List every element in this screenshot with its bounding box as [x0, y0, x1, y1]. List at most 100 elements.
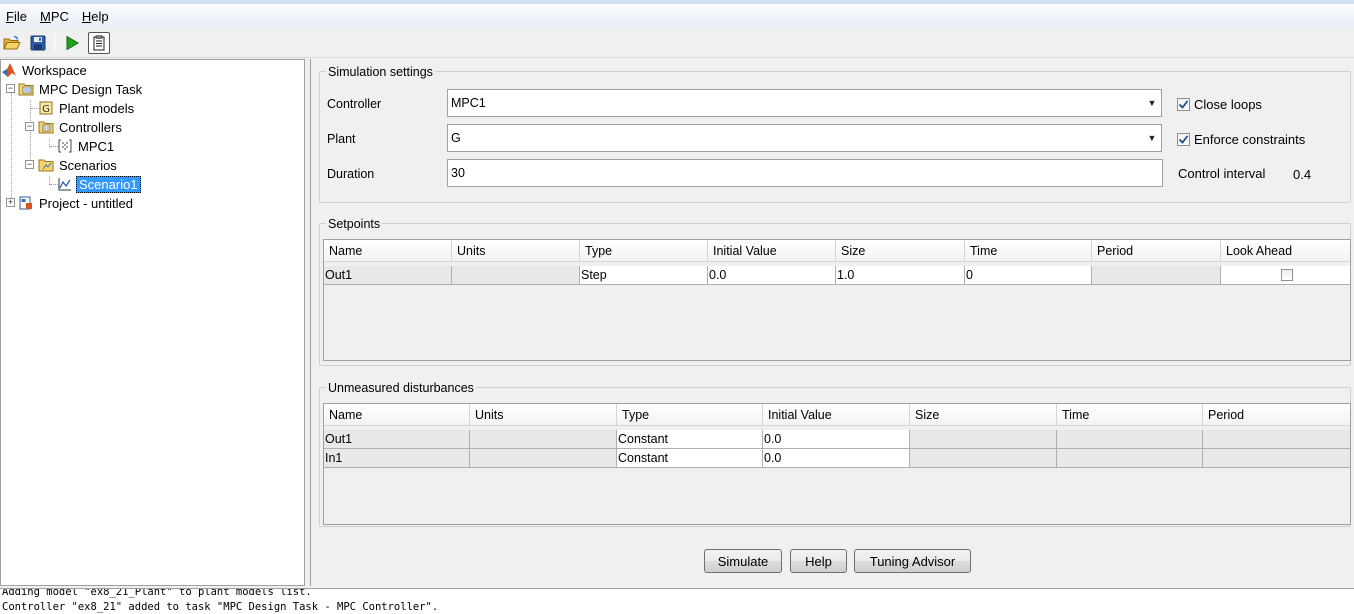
- tree-node-workspace[interactable]: Workspace: [1, 61, 89, 79]
- controller-select[interactable]: MPC1 ▼: [447, 89, 1162, 117]
- simulate-button[interactable]: Simulate: [704, 549, 782, 573]
- expand-toggle[interactable]: +: [6, 198, 15, 207]
- column-header[interactable]: Units: [470, 404, 617, 426]
- cell-type[interactable]: Constant: [617, 430, 763, 449]
- cell-size: [910, 430, 1057, 449]
- plant-select[interactable]: G ▼: [447, 124, 1162, 152]
- report-icon[interactable]: [88, 32, 110, 54]
- look-ahead-checkbox[interactable]: [1281, 269, 1293, 281]
- tree-node-plant-models[interactable]: G Plant models: [38, 99, 136, 117]
- disturbances-header: Name Units Type Initial Value Size Time …: [324, 404, 1350, 426]
- tree-node-mpc1[interactable]: MPC1: [57, 137, 116, 155]
- cell-name: Out1: [324, 430, 470, 449]
- checkbox-checked-icon: [1177, 133, 1190, 146]
- duration-field[interactable]: 30: [447, 159, 1163, 187]
- setpoints-title: Setpoints: [326, 217, 383, 231]
- cell-initial-value[interactable]: 0.0: [708, 266, 836, 285]
- setpoints-table: Name Units Type Initial Value Size Time …: [323, 239, 1351, 361]
- menu-mpc[interactable]: MPC: [34, 9, 76, 24]
- cell-size: [910, 449, 1057, 468]
- cell-units: [452, 266, 580, 285]
- control-interval-value: 0.4: [1293, 167, 1312, 182]
- collapse-toggle[interactable]: −: [6, 84, 15, 93]
- cell-initial-value[interactable]: 0.0: [763, 449, 910, 468]
- cell-look-ahead[interactable]: [1221, 266, 1350, 285]
- column-header[interactable]: Name: [324, 404, 470, 426]
- column-header[interactable]: Look Ahead: [1221, 240, 1350, 262]
- controller-label: Controller: [327, 97, 382, 111]
- status-console: Adding model "ex8_21_Plant" to plant mod…: [0, 588, 1354, 614]
- menu-bar: File MPC Help: [0, 4, 1354, 28]
- table-row: In1 Constant 0.0: [324, 449, 1350, 468]
- controller-icon: [57, 138, 73, 154]
- task-folder-icon: [18, 81, 34, 97]
- enforce-constraints-checkbox[interactable]: Enforce constraints: [1177, 132, 1305, 147]
- cell-time: [1057, 430, 1203, 449]
- scenario-plot-icon: [57, 176, 73, 192]
- cell-units: [470, 449, 617, 468]
- simulation-settings-title: Simulation settings: [326, 65, 435, 79]
- column-header[interactable]: Initial Value: [708, 240, 836, 262]
- project-icon: [18, 195, 34, 211]
- cell-name: In1: [324, 449, 470, 468]
- column-header[interactable]: Period: [1203, 404, 1350, 426]
- tree-node-project[interactable]: Project - untitled: [18, 194, 135, 212]
- cell-type[interactable]: Constant: [617, 449, 763, 468]
- collapse-toggle[interactable]: −: [25, 160, 34, 169]
- setpoints-header: Name Units Type Initial Value Size Time …: [324, 240, 1350, 262]
- disturbances-title: Unmeasured disturbances: [326, 381, 476, 395]
- table-row: Out1 Constant 0.0: [324, 430, 1350, 449]
- column-header[interactable]: Name: [324, 240, 452, 262]
- controllers-folder-icon: [38, 119, 54, 135]
- scenarios-folder-icon: [38, 157, 54, 173]
- cell-units: [470, 430, 617, 449]
- open-folder-icon[interactable]: [1, 32, 23, 54]
- chevron-down-icon: ▼: [1147, 133, 1157, 143]
- column-header[interactable]: Time: [965, 240, 1092, 262]
- column-header[interactable]: Size: [910, 404, 1057, 426]
- tree-connector: [11, 90, 12, 204]
- run-icon[interactable]: [61, 32, 83, 54]
- column-header[interactable]: Period: [1092, 240, 1221, 262]
- collapse-toggle[interactable]: −: [25, 122, 34, 131]
- checkbox-checked-icon: [1177, 98, 1190, 111]
- column-header[interactable]: Time: [1057, 404, 1203, 426]
- column-header[interactable]: Type: [617, 404, 763, 426]
- console-line: Adding model "ex8_21_Plant" to plant mod…: [2, 588, 312, 598]
- tree-connector: [30, 100, 31, 165]
- cell-time: [1057, 449, 1203, 468]
- menu-file[interactable]: File: [0, 9, 34, 24]
- help-button[interactable]: Help: [790, 549, 847, 573]
- control-interval-label: Control interval: [1178, 166, 1266, 181]
- column-header[interactable]: Size: [836, 240, 965, 262]
- svg-text:G: G: [42, 104, 50, 115]
- cell-period: [1203, 430, 1350, 449]
- close-loops-checkbox[interactable]: Close loops: [1177, 97, 1262, 112]
- column-header[interactable]: Initial Value: [763, 404, 910, 426]
- plant-label: Plant: [327, 132, 356, 146]
- cell-time[interactable]: 0: [965, 266, 1092, 285]
- tree-node-scenario1[interactable]: Scenario1: [57, 175, 141, 193]
- cell-initial-value[interactable]: 0.0: [763, 430, 910, 449]
- save-icon[interactable]: [27, 32, 49, 54]
- console-line: Controller "ex8_21" added to task "MPC D…: [2, 601, 439, 613]
- tree-node-controllers[interactable]: Controllers: [38, 118, 124, 136]
- column-header[interactable]: Units: [452, 240, 580, 262]
- cell-type[interactable]: Step: [580, 266, 708, 285]
- matlab-logo-icon: [1, 62, 17, 78]
- column-header[interactable]: Type: [580, 240, 708, 262]
- menu-help[interactable]: Help: [76, 9, 116, 24]
- workspace-tree: Workspace − MPC Design Task G Plant mode…: [0, 59, 305, 586]
- chevron-down-icon: ▼: [1147, 98, 1157, 108]
- cell-period: [1203, 449, 1350, 468]
- toolbar: [0, 28, 1354, 58]
- cell-size[interactable]: 1.0: [836, 266, 965, 285]
- tree-node-mpc-design-task[interactable]: MPC Design Task: [18, 80, 144, 98]
- tree-node-scenarios[interactable]: Scenarios: [38, 156, 119, 174]
- disturbances-table: Name Units Type Initial Value Size Time …: [323, 403, 1351, 525]
- plant-model-icon: G: [38, 100, 54, 116]
- scenario-panel: Simulation settings Controller MPC1 ▼ Pl…: [310, 59, 1354, 586]
- tuning-advisor-button[interactable]: Tuning Advisor: [854, 549, 971, 573]
- cell-name: Out1: [324, 266, 452, 285]
- toolbar-separator: [54, 34, 55, 52]
